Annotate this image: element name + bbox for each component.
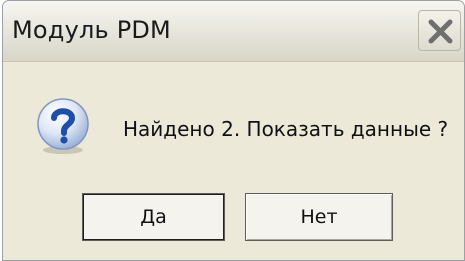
- no-button-label: Нет: [300, 206, 338, 228]
- dialog-content: Найдено 2. Показать данные ? Да Нет: [3, 62, 464, 260]
- dialog-window: Модуль PDM Найдено 2. Показать данные ?: [2, 0, 465, 261]
- close-icon: [428, 19, 453, 44]
- no-button[interactable]: Нет: [245, 193, 393, 241]
- dialog-message: Найдено 2. Показать данные ?: [123, 117, 449, 141]
- yes-button-label: Да: [140, 206, 167, 228]
- close-button[interactable]: [418, 10, 461, 51]
- window-title: Модуль PDM: [12, 16, 171, 44]
- question-icon: [37, 98, 89, 154]
- yes-button[interactable]: Да: [82, 193, 225, 241]
- title-bar[interactable]: Модуль PDM: [3, 1, 464, 62]
